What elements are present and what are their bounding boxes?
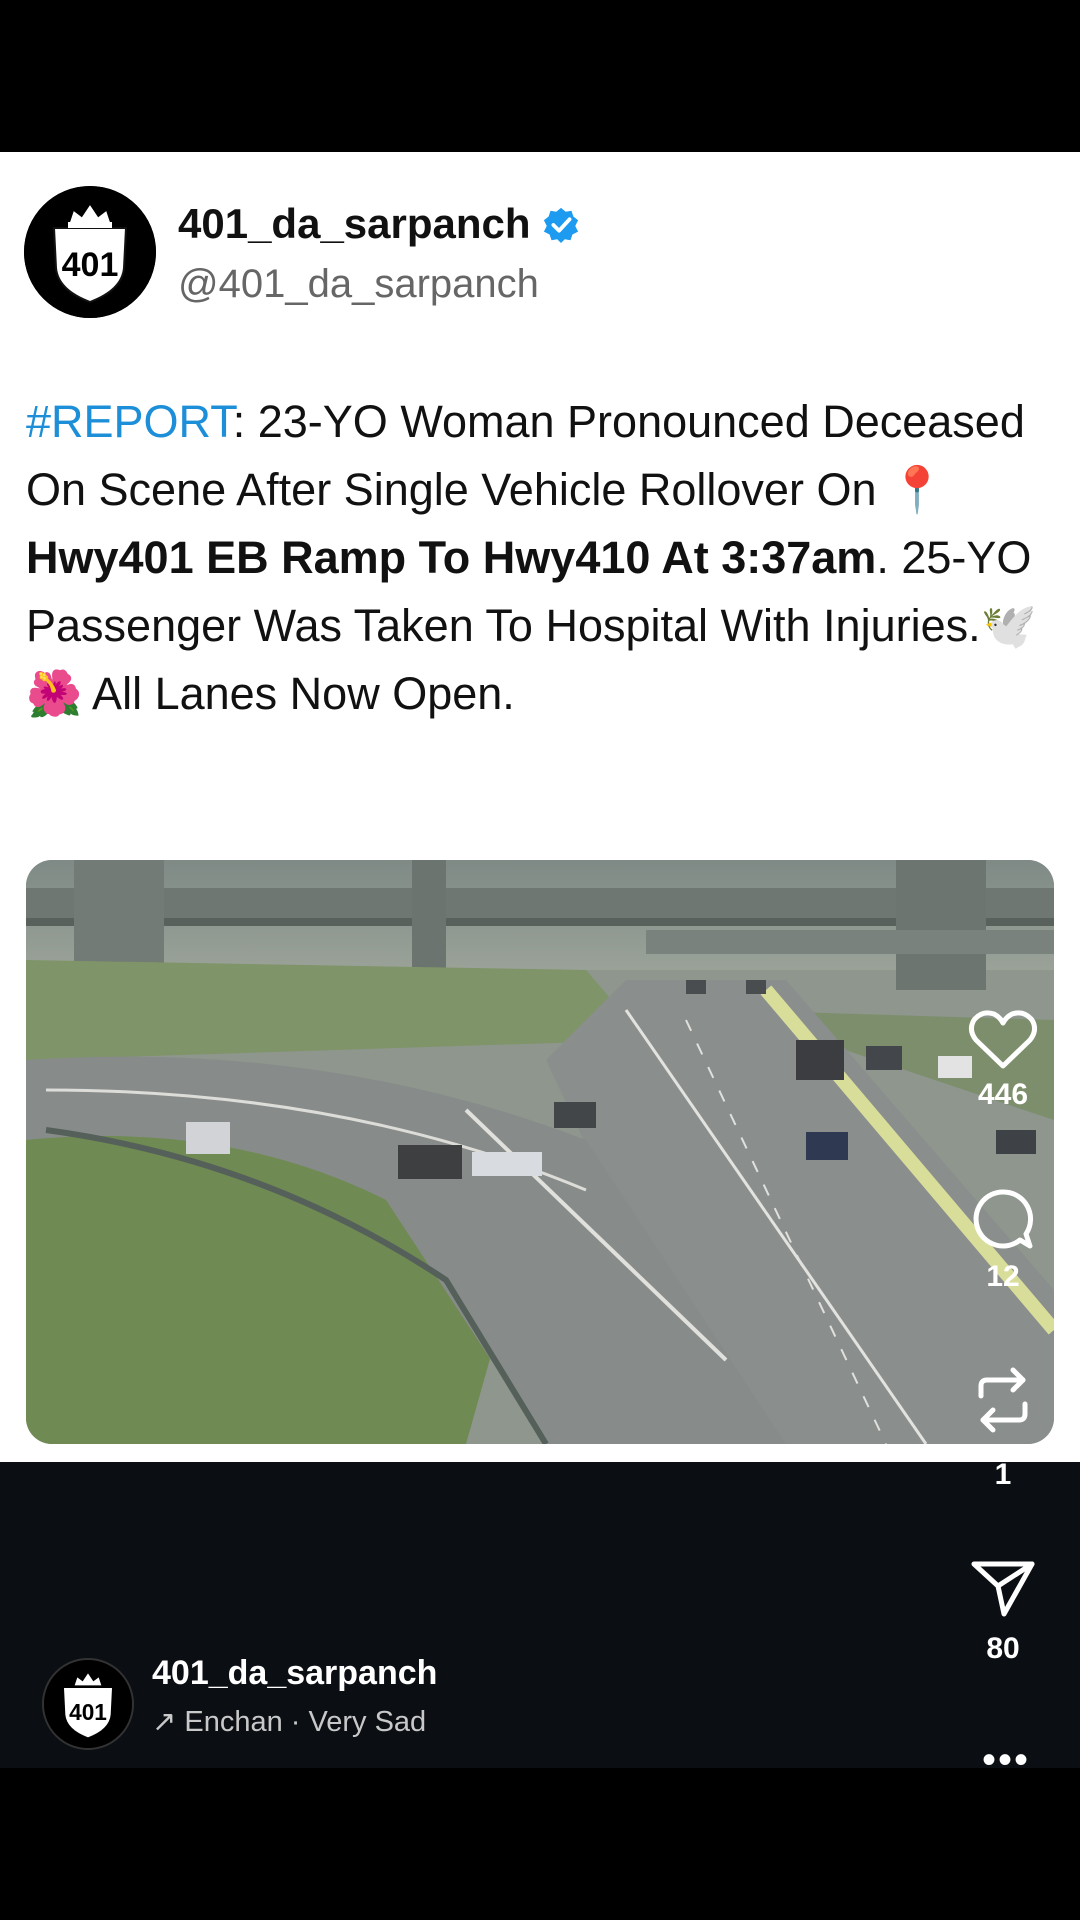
like-count: 446 xyxy=(977,1078,1029,1111)
pin-emoji: 📍 xyxy=(888,464,946,515)
bottom-letterbox xyxy=(0,1768,1080,1920)
share-icon[interactable] xyxy=(970,1558,1036,1618)
repost-count: 1 xyxy=(994,1458,1012,1491)
repost-action[interactable]: 1 xyxy=(962,1364,1044,1492)
heart-icon[interactable] xyxy=(968,1008,1038,1070)
audio-arrow-icon: ↗ xyxy=(152,1706,177,1738)
highway-shield-logo-small: 401 xyxy=(44,1660,132,1748)
repost-icon[interactable] xyxy=(971,1364,1035,1436)
highway-shield-logo: 401 xyxy=(24,186,156,318)
footer-avatar[interactable]: 401 xyxy=(42,1658,134,1750)
audio-info[interactable]: ↗ Enchan · Very Sad xyxy=(152,1704,426,1739)
tweet-location: Hwy401 EB Ramp To Hwy410 At 3:37am xyxy=(26,532,877,583)
top-letterbox xyxy=(0,0,1080,152)
audio-track-label: Enchan · Very Sad xyxy=(184,1706,427,1738)
comment-count: 12 xyxy=(986,1260,1020,1293)
shield-number-small: 401 xyxy=(69,1699,107,1725)
like-action[interactable]: 446 xyxy=(962,1008,1044,1112)
tweet-card: 401 401_da_sarpanch @401_da_sarpanch #RE… xyxy=(0,152,1080,1462)
highway-camera-image[interactable] xyxy=(26,860,1054,1444)
footer-username[interactable]: 401_da_sarpanch xyxy=(152,1654,437,1693)
share-count: 80 xyxy=(986,1632,1020,1665)
hashtag-link[interactable]: #REPORT xyxy=(26,396,233,447)
comment-icon[interactable] xyxy=(970,1186,1036,1252)
verified-icon xyxy=(543,207,579,244)
tweet-text-part3: All Lanes Now Open. xyxy=(82,668,515,719)
share-action[interactable]: 80 xyxy=(962,1558,1044,1666)
tweet-text: #REPORT: 23-YO Woman Pronounced Deceased… xyxy=(26,388,1056,728)
display-name[interactable]: 401_da_sarpanch xyxy=(178,200,531,248)
user-handle[interactable]: @401_da_sarpanch xyxy=(178,262,539,307)
shield-number: 401 xyxy=(62,246,119,284)
profile-avatar[interactable]: 401 xyxy=(24,186,156,318)
comment-action[interactable]: 12 xyxy=(962,1186,1044,1294)
